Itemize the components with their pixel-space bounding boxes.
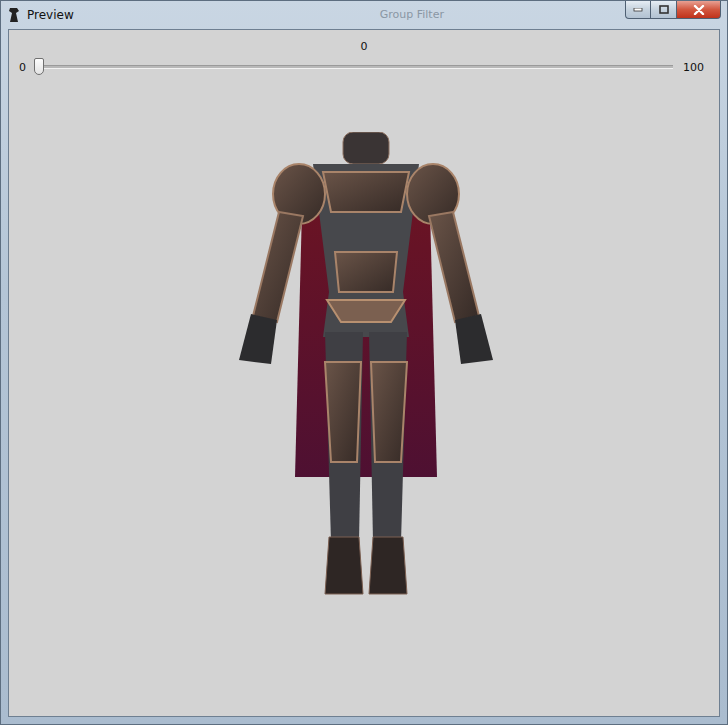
slider-row: 0 100 (19, 57, 709, 77)
client-area: 0 0 100 (8, 29, 720, 717)
app-icon (7, 7, 21, 23)
slider-max-label: 100 (683, 61, 709, 74)
close-button[interactable] (677, 1, 721, 19)
maximize-button[interactable] (651, 1, 677, 19)
window-title: Preview (27, 8, 74, 22)
armor-model-icon (231, 132, 501, 602)
slider-min-label: 0 (19, 61, 29, 74)
slider-thumb[interactable] (34, 58, 44, 75)
slider-line (39, 65, 673, 69)
minimize-button[interactable] (625, 1, 651, 19)
title-bar: Preview Group Filter (1, 1, 727, 29)
model-viewport[interactable] (13, 77, 719, 716)
window-controls (625, 1, 721, 19)
slider-track[interactable] (39, 57, 673, 77)
close-icon (693, 5, 705, 15)
minimize-icon (633, 8, 643, 12)
slider-value: 0 (19, 40, 709, 53)
maximize-icon (659, 5, 669, 14)
background-search: Group Filter (380, 8, 444, 21)
slider-panel: 0 0 100 (9, 30, 719, 77)
preview-window: Preview Group Filter 0 0 100 (0, 0, 728, 725)
